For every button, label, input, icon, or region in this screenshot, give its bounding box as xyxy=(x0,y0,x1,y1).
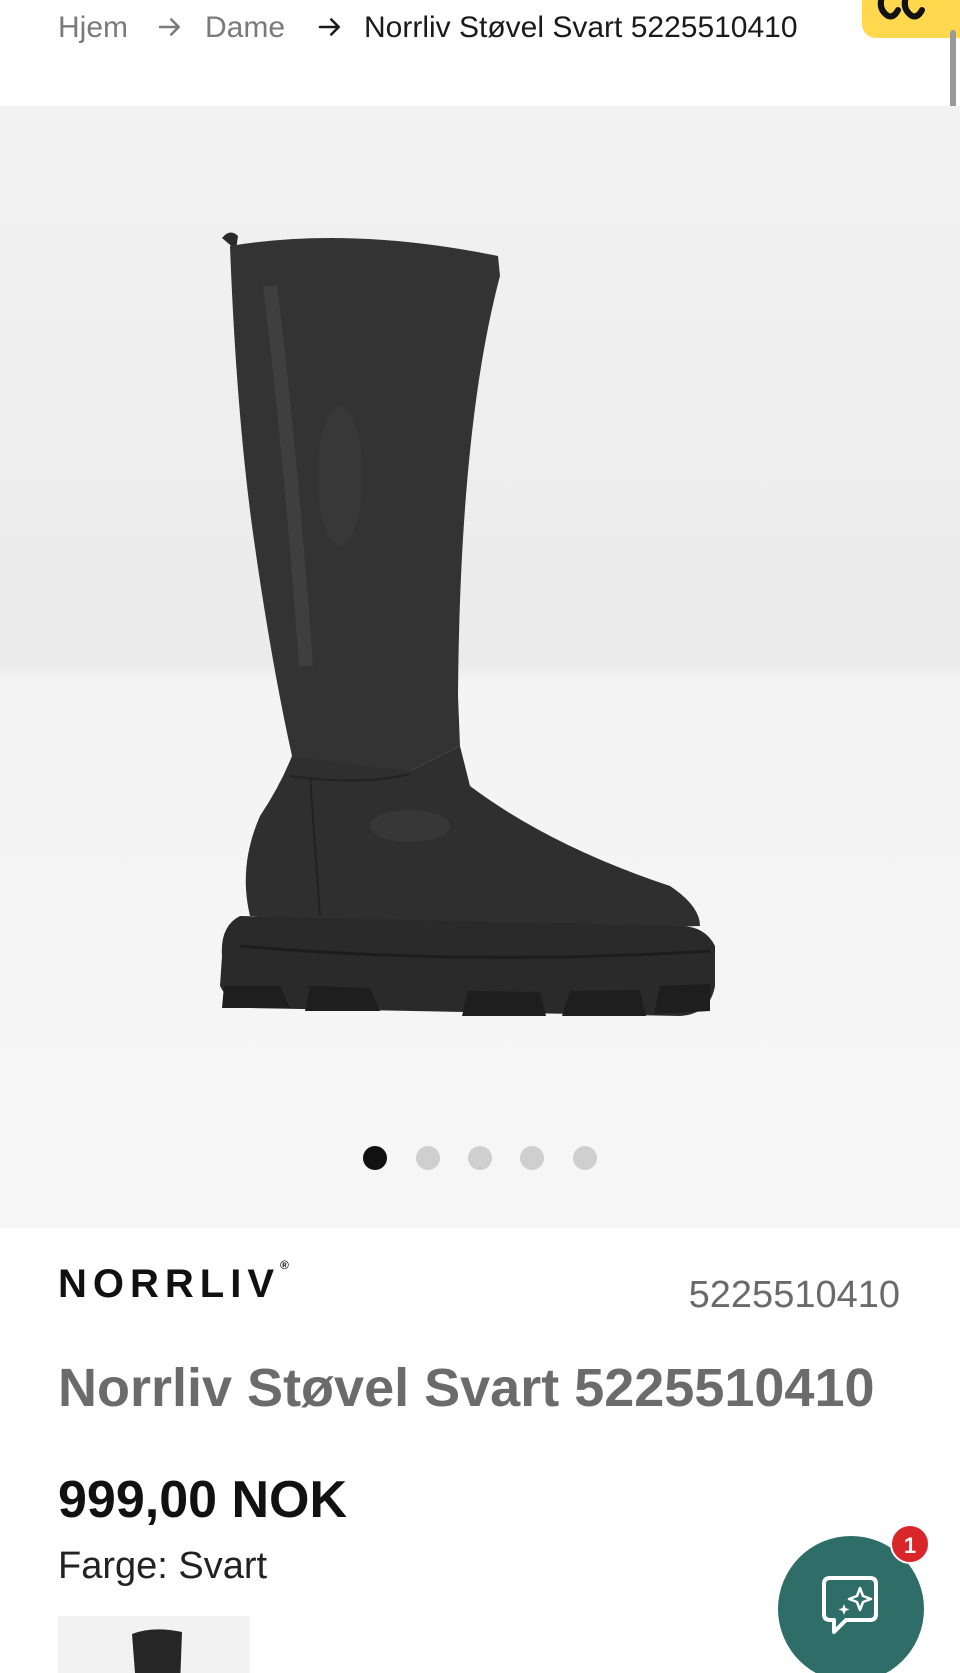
chat-sparkle-icon xyxy=(822,1576,878,1634)
brand-logo[interactable]: NORRLIV® xyxy=(58,1258,289,1307)
brand-mark: ® xyxy=(280,1257,289,1272)
arrow-right-icon xyxy=(155,12,185,42)
gallery-dot[interactable] xyxy=(572,1146,597,1170)
product-color: Farge: Svart xyxy=(58,1545,268,1587)
arrow-right-icon xyxy=(315,12,345,42)
gallery-pagination xyxy=(0,1146,960,1170)
product-image-gallery[interactable] xyxy=(0,106,960,1228)
color-variant-thumbnail[interactable] xyxy=(58,1616,250,1673)
breadcrumb-link-home[interactable]: Hjem xyxy=(58,10,128,46)
chat-notification-badge: 1 xyxy=(890,1524,930,1564)
breadcrumb-link-dame[interactable]: Dame xyxy=(205,10,285,46)
product-price: 999,00 NOK xyxy=(58,1471,348,1529)
promo-logo-icon xyxy=(877,0,925,20)
product-title: Norrliv Støvel Svart 5225510410 xyxy=(58,1358,875,1418)
brand-name: NORRLIV xyxy=(58,1262,280,1306)
gallery-dot[interactable] xyxy=(468,1146,492,1170)
gallery-dot[interactable] xyxy=(520,1146,545,1170)
gallery-dot[interactable] xyxy=(363,1146,388,1170)
product-image-boot xyxy=(220,232,715,1016)
product-sku: 5225510410 xyxy=(688,1274,900,1316)
promo-tab[interactable] xyxy=(862,0,960,38)
thumbnail-boot-image xyxy=(132,1629,182,1673)
gallery-dot[interactable] xyxy=(415,1146,440,1170)
breadcrumb: Hjem Dame Norrliv Støvel Svart 522551041… xyxy=(0,0,960,106)
breadcrumb-current: Norrliv Støvel Svart 5225510410 xyxy=(364,11,798,44)
